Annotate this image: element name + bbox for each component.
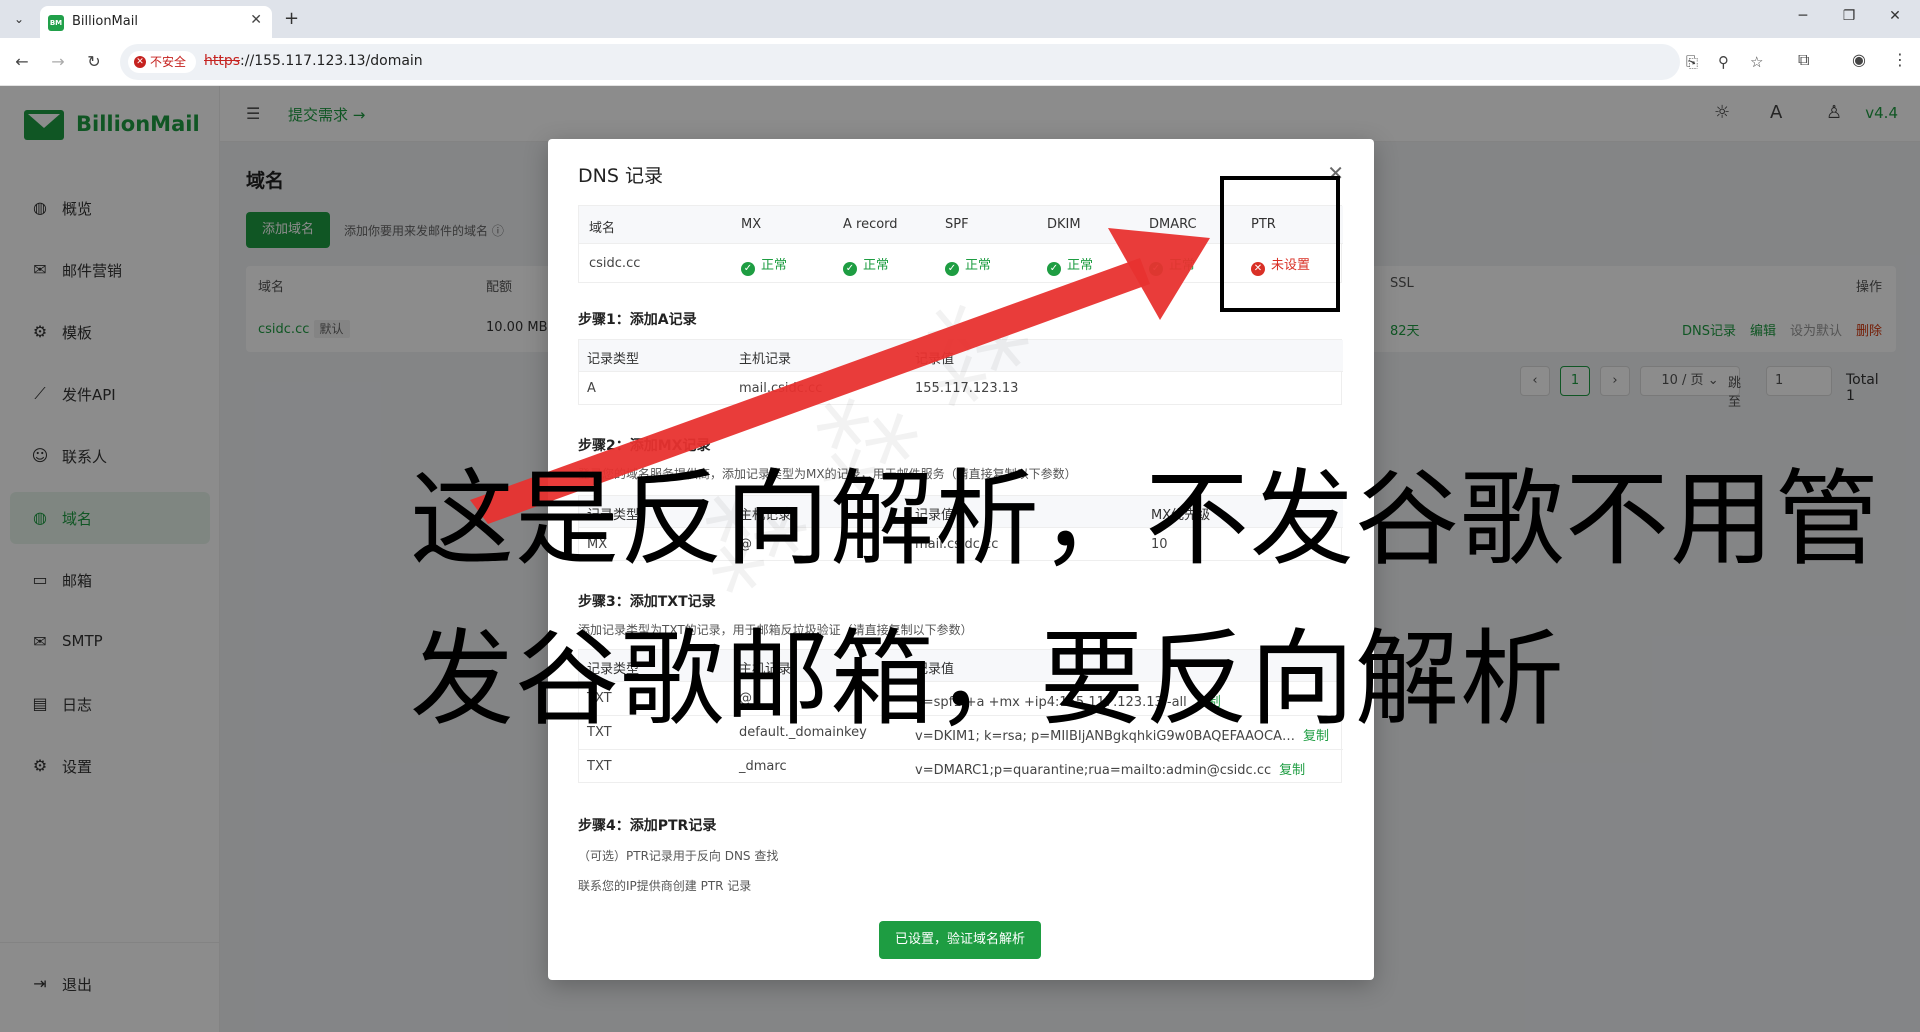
- status-col-mx: MX: [741, 217, 762, 232]
- url-text[interactable]: https://155.117.123.13/domain: [204, 53, 423, 69]
- browser-tabbar: ⌄ BM BillionMail ✕ + ─ ❐ ✕: [0, 0, 1920, 38]
- forward-icon[interactable]: →: [48, 52, 68, 71]
- check-icon: ✓: [741, 262, 755, 276]
- minimize-icon[interactable]: ─: [1788, 8, 1818, 24]
- status-domain: csidc.cc: [589, 256, 641, 271]
- step3-host: _dmarc: [739, 759, 787, 774]
- a-status-text: 正常: [863, 258, 890, 273]
- browser-menu-icon[interactable]: ⋮: [1892, 50, 1908, 69]
- profile-icon[interactable]: ◉: [1852, 50, 1866, 69]
- bookmark-star-icon[interactable]: ☆: [1750, 53, 1763, 71]
- close-tab-icon[interactable]: ✕: [250, 12, 262, 28]
- extensions-icon[interactable]: ⧉: [1798, 50, 1809, 70]
- status-col-domain: 域名: [589, 221, 616, 236]
- tab-search-icon[interactable]: ⌄: [8, 8, 30, 30]
- step1-host: mail.csidc.cc: [739, 381, 823, 396]
- reload-icon[interactable]: ↻: [84, 52, 104, 71]
- step1-col-host: 主机记录: [739, 352, 792, 367]
- window-close-icon[interactable]: ✕: [1880, 8, 1910, 24]
- address-bar[interactable]: ✕ 不安全 https://155.117.123.13/domain ⎘ ⚲ …: [120, 44, 1763, 80]
- copy-button[interactable]: 复制: [1279, 763, 1305, 778]
- tab-title: BillionMail: [72, 14, 138, 29]
- security-indicator[interactable]: ✕ 不安全: [128, 51, 197, 73]
- check-icon: ✓: [945, 262, 959, 276]
- status-col-dmarc: DMARC: [1149, 217, 1197, 232]
- step4-line1: （可选）PTR记录用于反向 DNS 查找: [578, 849, 779, 863]
- status-col-dkim: DKIM: [1047, 217, 1081, 232]
- step3-value: v=DMARC1;p=quarantine;rua=mailto:admin@c…: [915, 759, 1305, 778]
- check-icon: ✓: [843, 262, 857, 276]
- ptr-highlight-box: [1220, 176, 1340, 312]
- zoom-icon[interactable]: ⚲: [1718, 53, 1729, 71]
- restore-icon[interactable]: ❐: [1834, 8, 1864, 24]
- browser-tab[interactable]: BM BillionMail ✕: [40, 6, 272, 38]
- mx-status-text: 正常: [761, 258, 788, 273]
- check-icon: ✓: [1149, 262, 1163, 276]
- annotation-caption-1: 这是反向解析，不发谷歌不用管: [410, 458, 1881, 580]
- check-icon: ✓: [1047, 262, 1061, 276]
- translate-icon[interactable]: ⎘: [1686, 53, 1698, 71]
- a-status: ✓ 正常: [843, 254, 889, 276]
- new-tab-icon[interactable]: +: [284, 8, 299, 29]
- dmarc-status-text: 正常: [1169, 258, 1196, 273]
- status-col-a: A record: [843, 217, 898, 232]
- warning-icon: ✕: [134, 56, 146, 68]
- url-scheme: https: [204, 53, 241, 69]
- dmarc-value: v=DMARC1;p=quarantine;rua=mailto:admin@c…: [915, 763, 1272, 778]
- favicon-icon: BM: [48, 15, 64, 31]
- step4-line2: 联系您的IP提供商创建 PTR 记录: [578, 879, 752, 893]
- step1-title: 步骤1：添加A记录: [578, 312, 697, 328]
- mx-status: ✓ 正常: [741, 254, 787, 276]
- step1-type: A: [587, 381, 596, 396]
- url-path: ://155.117.123.13/domain: [240, 53, 423, 69]
- status-col-spf: SPF: [945, 217, 969, 232]
- step1-col-type: 记录类型: [587, 352, 640, 367]
- dkim-status: ✓ 正常: [1047, 254, 1093, 276]
- modal-title: DNS 记录: [578, 165, 663, 187]
- dmarc-status: ✓ 正常: [1149, 254, 1195, 276]
- step3-type: TXT: [587, 759, 612, 774]
- verify-domain-button[interactable]: 已设置，验证域名解析: [879, 921, 1041, 959]
- annotation-caption-2: 发谷歌邮箱，要反向解析: [410, 618, 1566, 740]
- step4-title: 步骤4：添加PTR记录: [578, 818, 717, 834]
- dkim-status-text: 正常: [1067, 258, 1094, 273]
- browser-toolbar: ← → ↻ ✕ 不安全 https://155.117.123.13/domai…: [0, 38, 1920, 86]
- insecure-label: 不安全: [150, 55, 187, 69]
- step3-row-dmarc: TXT _dmarc v=DMARC1;p=quarantine;rua=mai…: [579, 750, 1343, 784]
- back-icon[interactable]: ←: [12, 52, 32, 71]
